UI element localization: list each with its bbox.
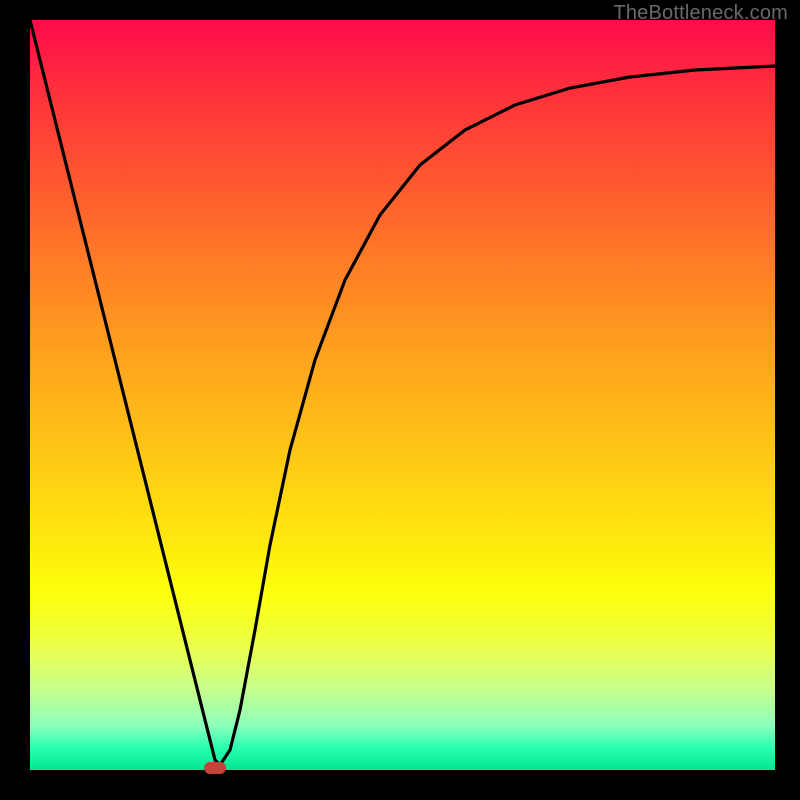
- optimum-marker: [204, 762, 226, 774]
- curve-svg: [30, 20, 775, 770]
- watermark-text: TheBottleneck.com: [613, 2, 788, 25]
- bottleneck-curve: [30, 20, 775, 765]
- plot-area: [30, 20, 775, 770]
- chart-frame: TheBottleneck.com: [0, 0, 800, 800]
